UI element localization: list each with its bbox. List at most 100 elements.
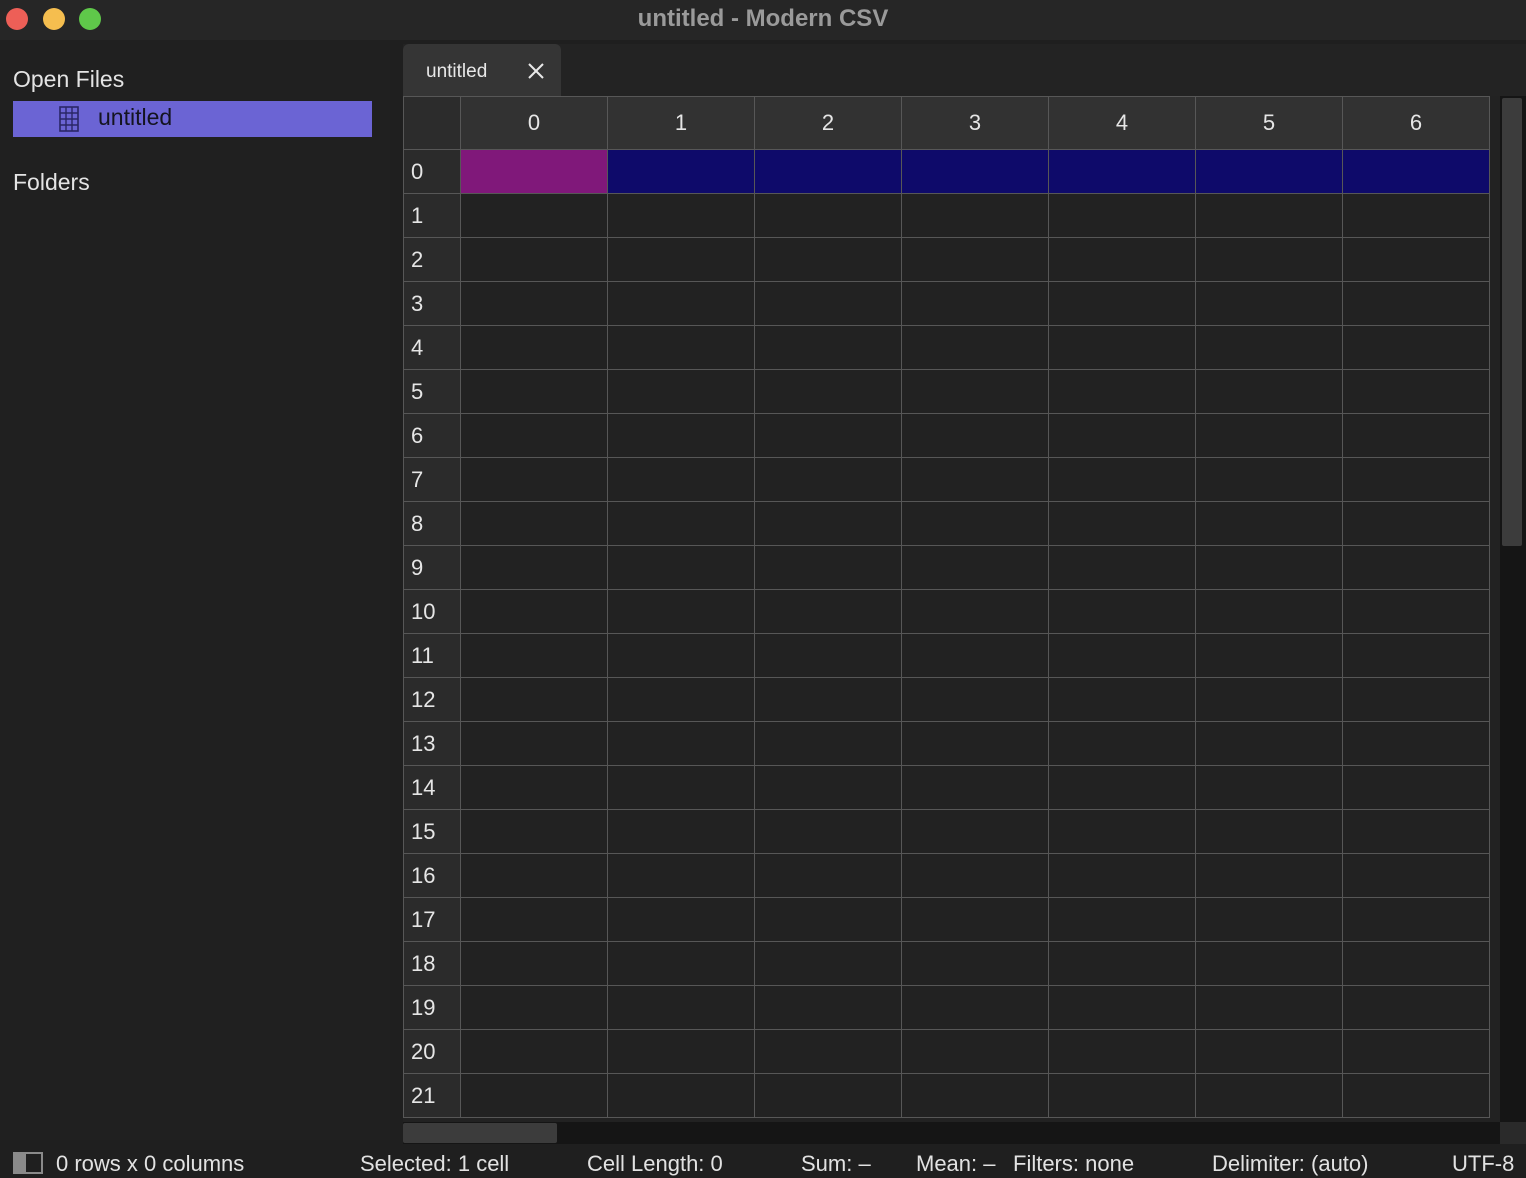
grid-cell[interactable]	[1048, 633, 1196, 678]
grid-cell[interactable]	[1195, 193, 1343, 238]
grid-cell[interactable]	[754, 765, 902, 810]
grid-cell[interactable]	[754, 193, 902, 238]
grid-cell[interactable]	[1195, 677, 1343, 722]
grid-cell[interactable]	[1195, 1029, 1343, 1074]
grid-cell[interactable]	[607, 457, 755, 502]
grid-cell[interactable]	[607, 765, 755, 810]
grid-cell[interactable]	[607, 589, 755, 634]
grid-cell[interactable]	[754, 633, 902, 678]
grid-cell[interactable]	[754, 1029, 902, 1074]
grid-cell[interactable]	[1195, 149, 1343, 194]
grid-cell[interactable]	[901, 413, 1049, 458]
grid-cell[interactable]	[1048, 149, 1196, 194]
grid-cell[interactable]	[607, 237, 755, 282]
grid-cell[interactable]	[754, 325, 902, 370]
grid-cell[interactable]	[460, 501, 608, 546]
grid-cell[interactable]	[1342, 193, 1490, 238]
grid-cell[interactable]	[1048, 281, 1196, 326]
grid-cell[interactable]	[754, 281, 902, 326]
row-header[interactable]: 9	[403, 545, 461, 590]
grid-cell[interactable]	[460, 325, 608, 370]
grid-cell[interactable]	[1048, 765, 1196, 810]
grid-cell[interactable]	[1195, 897, 1343, 942]
row-header[interactable]: 21	[403, 1073, 461, 1118]
grid-cell[interactable]	[754, 809, 902, 854]
column-header[interactable]: 0	[460, 96, 608, 150]
grid-cell[interactable]	[1342, 545, 1490, 590]
grid-cell[interactable]	[1195, 985, 1343, 1030]
grid-cell[interactable]	[1342, 633, 1490, 678]
grid-cell[interactable]	[607, 413, 755, 458]
grid-cell[interactable]	[901, 677, 1049, 722]
grid-cell[interactable]	[460, 985, 608, 1030]
horizontal-scrollbar-thumb[interactable]	[403, 1123, 557, 1143]
column-header[interactable]: 6	[1342, 96, 1490, 150]
grid-cell[interactable]	[1048, 237, 1196, 282]
grid-cell[interactable]	[607, 941, 755, 986]
grid-cell[interactable]	[901, 193, 1049, 238]
grid-cell[interactable]	[460, 237, 608, 282]
grid-cell[interactable]	[754, 985, 902, 1030]
grid-cell[interactable]	[1342, 1029, 1490, 1074]
grid-cell[interactable]	[901, 809, 1049, 854]
grid-cell[interactable]	[1048, 677, 1196, 722]
grid-cell[interactable]	[901, 853, 1049, 898]
grid-cell[interactable]	[754, 853, 902, 898]
sidebar-toggle-icon[interactable]	[13, 1152, 43, 1174]
horizontal-scrollbar[interactable]	[403, 1122, 1500, 1144]
grid-cell[interactable]	[607, 545, 755, 590]
row-header[interactable]: 16	[403, 853, 461, 898]
grid-cell[interactable]	[460, 853, 608, 898]
row-header[interactable]: 15	[403, 809, 461, 854]
grid-cell[interactable]	[1048, 1029, 1196, 1074]
grid-cell[interactable]	[901, 633, 1049, 678]
row-header[interactable]: 0	[403, 149, 461, 194]
grid-cell[interactable]	[901, 1029, 1049, 1074]
grid-cell[interactable]	[754, 721, 902, 766]
row-header[interactable]: 12	[403, 677, 461, 722]
grid-cell[interactable]	[901, 149, 1049, 194]
grid-cell[interactable]	[1048, 897, 1196, 942]
grid-cell[interactable]	[607, 1073, 755, 1118]
grid-cell[interactable]	[460, 1073, 608, 1118]
grid-cell[interactable]	[1342, 677, 1490, 722]
row-header[interactable]: 18	[403, 941, 461, 986]
grid-cell[interactable]	[901, 985, 1049, 1030]
grid-cell[interactable]	[901, 1073, 1049, 1118]
column-header[interactable]: 5	[1195, 96, 1343, 150]
column-header[interactable]: 1	[607, 96, 755, 150]
grid-cell[interactable]	[1048, 809, 1196, 854]
grid-cell[interactable]	[607, 193, 755, 238]
grid-cell[interactable]	[1048, 413, 1196, 458]
grid-cell[interactable]	[460, 149, 608, 194]
status-encoding[interactable]: UTF-8	[1452, 1151, 1514, 1177]
grid-cell[interactable]	[1342, 941, 1490, 986]
grid-cell[interactable]	[1195, 721, 1343, 766]
grid-cell[interactable]	[754, 589, 902, 634]
grid-cell[interactable]	[1195, 633, 1343, 678]
grid-cell[interactable]	[1048, 941, 1196, 986]
status-filters[interactable]: Filters: none	[1013, 1151, 1134, 1177]
grid-cell[interactable]	[754, 941, 902, 986]
grid-cell[interactable]	[1342, 721, 1490, 766]
grid-cell[interactable]	[754, 149, 902, 194]
tab-untitled[interactable]: untitled	[403, 44, 561, 97]
grid-cell[interactable]	[1195, 589, 1343, 634]
grid-cell[interactable]	[460, 545, 608, 590]
grid-cell[interactable]	[1195, 325, 1343, 370]
grid-cell[interactable]	[1342, 589, 1490, 634]
grid-cell[interactable]	[1342, 369, 1490, 414]
grid-cell[interactable]	[1342, 237, 1490, 282]
row-header[interactable]: 14	[403, 765, 461, 810]
row-header[interactable]: 6	[403, 413, 461, 458]
grid-cell[interactable]	[901, 765, 1049, 810]
grid-cell[interactable]	[901, 721, 1049, 766]
grid-cell[interactable]	[754, 1073, 902, 1118]
grid-cell[interactable]	[460, 721, 608, 766]
grid-cell[interactable]	[901, 941, 1049, 986]
grid-cell[interactable]	[460, 589, 608, 634]
grid-cell[interactable]	[1342, 853, 1490, 898]
grid-cell[interactable]	[1195, 941, 1343, 986]
row-header[interactable]: 10	[403, 589, 461, 634]
grid-cell[interactable]	[1195, 369, 1343, 414]
